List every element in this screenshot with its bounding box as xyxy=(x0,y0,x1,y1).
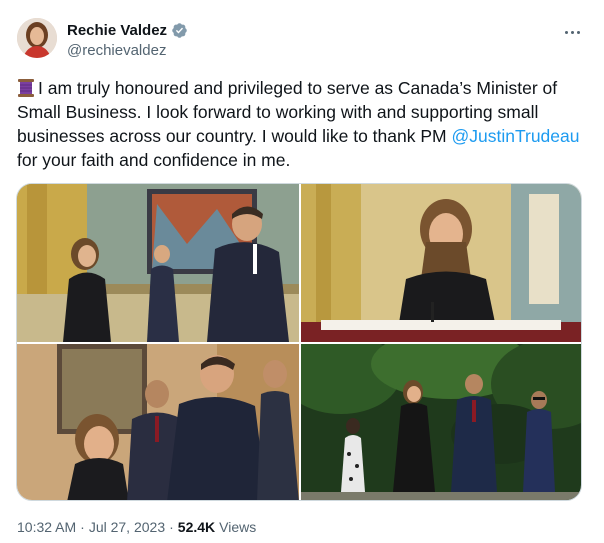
tweet-time[interactable]: 10:32 AM xyxy=(17,519,76,535)
views-label: Views xyxy=(219,519,257,535)
tweet-text: I am truly honoured and privileged to se… xyxy=(17,76,587,172)
more-options-icon[interactable] xyxy=(562,24,582,40)
spool-of-thread-icon xyxy=(17,78,35,98)
signing-document-photo[interactable] xyxy=(301,184,581,342)
media-grid xyxy=(16,183,582,501)
swearing-in-room-photo[interactable] xyxy=(17,184,299,342)
author-handle[interactable]: @rechievaldez xyxy=(67,42,166,59)
verified-badge-icon[interactable] xyxy=(171,22,188,39)
meta-separator: · xyxy=(169,519,174,535)
family-walking-photo[interactable] xyxy=(301,344,581,500)
author-name-row[interactable]: Rechie Valdez xyxy=(67,22,188,39)
views-count: 52.4K xyxy=(177,519,216,535)
mention-link[interactable]: @JustinTrudeau xyxy=(451,126,579,146)
tweet-meta: 10:32 AM · Jul 27, 2023 · 52.4K Views xyxy=(17,519,256,535)
tweet-card: Rechie Valdez @rechievaldez I am truly h… xyxy=(0,0,604,543)
tweet-date[interactable]: Jul 27, 2023 xyxy=(89,519,165,535)
handshake-photo[interactable] xyxy=(17,344,299,500)
author-display-name[interactable]: Rechie Valdez xyxy=(67,22,167,39)
meta-separator: · xyxy=(80,519,85,535)
avatar[interactable] xyxy=(17,18,57,58)
tweet-text-part-2: for your faith and confidence in me. xyxy=(17,150,291,170)
